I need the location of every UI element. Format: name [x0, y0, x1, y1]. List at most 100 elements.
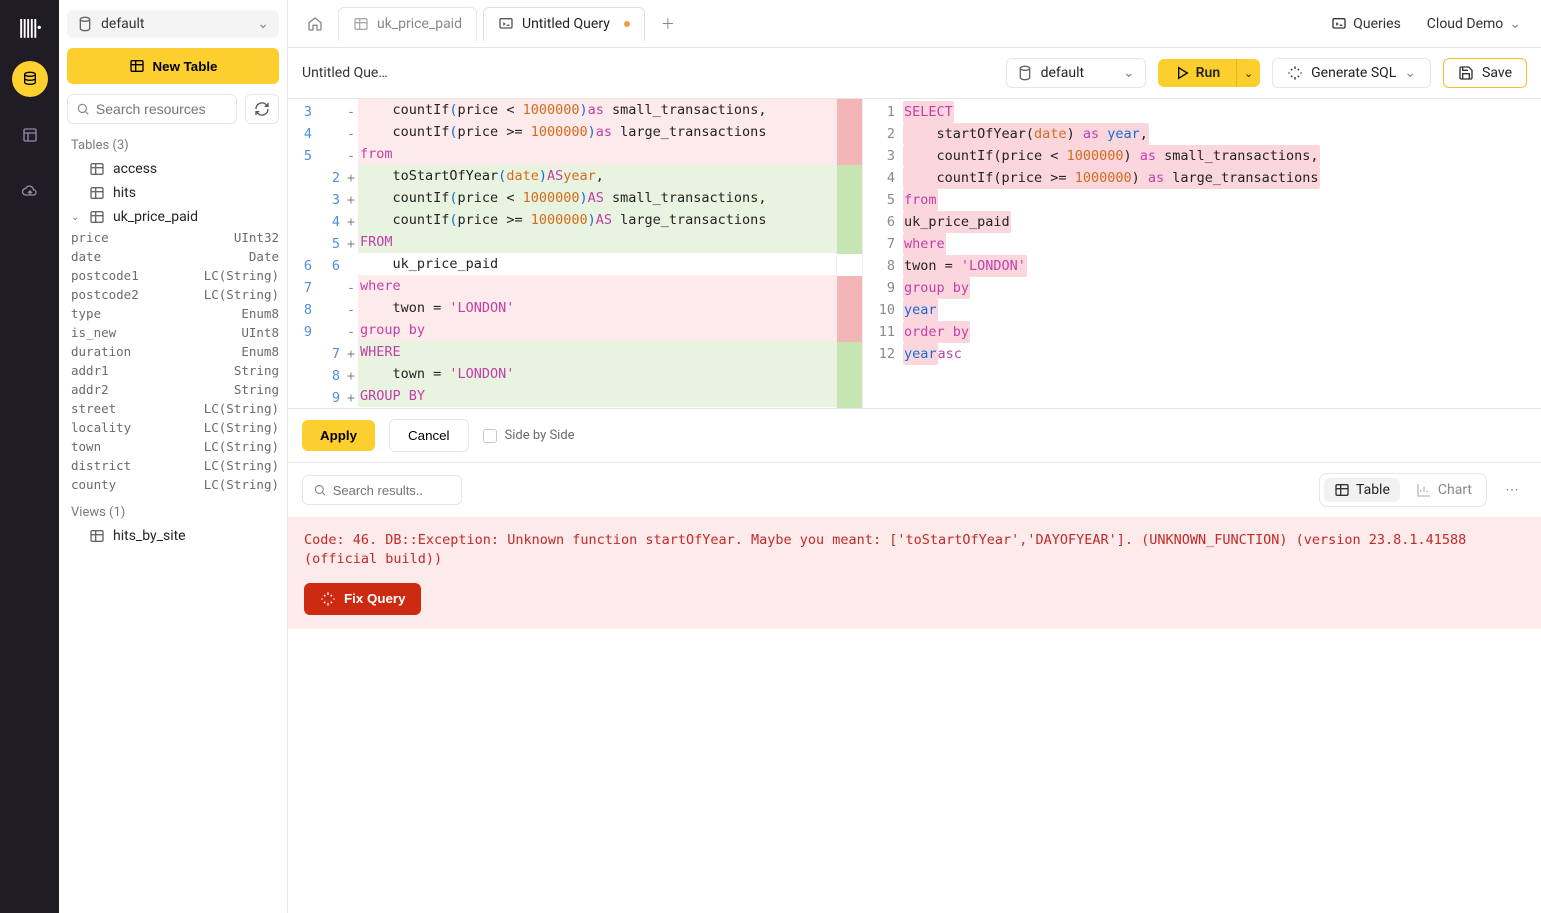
- diff-line: from: [358, 143, 836, 165]
- rail-dashboards-button[interactable]: [12, 117, 48, 153]
- column-row[interactable]: countyLC(String): [71, 476, 279, 493]
- diff-line: countIf(price >= 1000000) AS large_trans…: [358, 209, 836, 231]
- error-panel: Code: 46. DB::Exception: Unknown functio…: [288, 517, 1541, 629]
- results-search[interactable]: [302, 475, 462, 505]
- table-name: uk_price_paid: [113, 209, 198, 225]
- column-row[interactable]: addr1String: [71, 362, 279, 379]
- column-row[interactable]: localityLC(String): [71, 419, 279, 436]
- code-lines: SELECT startOfYear(date) as year, countI…: [903, 99, 1541, 408]
- chart-icon: [1416, 482, 1432, 498]
- table-item-access[interactable]: access: [67, 157, 279, 181]
- side-by-side-checkbox[interactable]: Side by Side: [483, 428, 575, 443]
- table-item-hits[interactable]: hits: [67, 181, 279, 205]
- view-mode-table[interactable]: Table: [1324, 478, 1400, 502]
- table-icon: [89, 209, 105, 225]
- column-row[interactable]: addr2String: [71, 381, 279, 398]
- database-icon: [77, 16, 93, 32]
- chevron-down-icon: ⌄: [1123, 65, 1135, 81]
- column-row[interactable]: durationEnum8: [71, 343, 279, 360]
- database-icon: [1017, 65, 1033, 81]
- table-name: access: [113, 161, 157, 177]
- view-icon: [89, 528, 105, 544]
- database-name: default: [101, 16, 145, 32]
- database-selector[interactable]: default ⌄: [67, 10, 279, 38]
- apply-button[interactable]: Apply: [302, 420, 375, 451]
- run-dropdown[interactable]: ⌄: [1236, 59, 1260, 87]
- toolbar-database-selector[interactable]: default ⌄: [1006, 58, 1146, 88]
- search-resources-field[interactable]: [96, 101, 228, 117]
- tab-uk-price-paid[interactable]: uk_price_paid: [338, 7, 477, 41]
- column-row[interactable]: priceUInt32: [71, 229, 279, 246]
- table-icon: [1334, 482, 1350, 498]
- query-toolbar: Untitled Que… default ⌄ Run ⌄ Generate S…: [288, 48, 1541, 99]
- refresh-button[interactable]: [245, 94, 279, 124]
- rail-tables-button[interactable]: [12, 61, 48, 97]
- results-more-button[interactable]: ⋯: [1497, 478, 1527, 502]
- view-item-hits-by-site[interactable]: hits_by_site: [67, 524, 279, 548]
- code-gutter: 123456789101112: [863, 99, 903, 408]
- tab-untitled-query[interactable]: Untitled Query: [483, 7, 645, 41]
- column-row[interactable]: is_newUInt8: [71, 324, 279, 341]
- cloud-upload-icon: [22, 183, 38, 199]
- refresh-icon: [254, 101, 270, 117]
- view-mode-chart[interactable]: Chart: [1406, 478, 1482, 502]
- diff-panel[interactable]: 3-4-5-2+3+4+5+667-8-9-7+8+9+ countIf(pri…: [288, 99, 863, 408]
- diff-line: countIf(price < 1000000) as small_transa…: [358, 99, 836, 121]
- column-row[interactable]: typeEnum8: [71, 305, 279, 322]
- table-plus-icon: [129, 58, 145, 74]
- code-line: where: [903, 233, 1541, 255]
- search-icon: [76, 101, 90, 117]
- queries-button[interactable]: Queries: [1321, 10, 1411, 38]
- chevron-down-icon: ⌄: [1509, 16, 1521, 32]
- generate-sql-button[interactable]: Generate SQL ⌄: [1272, 58, 1431, 88]
- results-toolbar: Table Chart ⋯: [288, 463, 1541, 517]
- cloud-demo-dropdown[interactable]: Cloud Demo ⌄: [1417, 10, 1531, 38]
- code-line: twon = 'LONDON': [903, 255, 1541, 277]
- checkbox-icon: [483, 429, 497, 443]
- table-item-uk-price-paid[interactable]: ⌄ uk_price_paid: [67, 205, 279, 229]
- run-button-group: Run ⌄: [1158, 59, 1261, 87]
- view-mode-segment: Table Chart: [1319, 473, 1487, 507]
- tabs-bar: uk_price_paid Untitled Query ＋ Queries C…: [288, 0, 1541, 48]
- tables-section-header: Tables (3): [67, 134, 279, 157]
- column-row[interactable]: postcode2LC(String): [71, 286, 279, 303]
- code-line: startOfYear(date) as year,: [903, 123, 1541, 145]
- tab-add-button[interactable]: ＋: [651, 14, 685, 34]
- tab-home[interactable]: [298, 7, 332, 41]
- search-resources-input[interactable]: [67, 94, 237, 124]
- diff-line: countIf(price >= 1000000) as large_trans…: [358, 121, 836, 143]
- column-row[interactable]: postcode1LC(String): [71, 267, 279, 284]
- diff-lines: countIf(price < 1000000) as small_transa…: [358, 99, 836, 408]
- toolbar-database-name: default: [1041, 65, 1085, 81]
- breadcrumb: Untitled Que…: [302, 65, 442, 81]
- code-panel[interactable]: 123456789101112 SELECT startOfYear(date)…: [863, 99, 1541, 408]
- results-search-field[interactable]: [333, 483, 451, 498]
- code-line: order by: [903, 321, 1541, 343]
- diff-line: GROUP BY: [358, 385, 836, 407]
- queries-label: Queries: [1353, 16, 1401, 32]
- column-row[interactable]: townLC(String): [71, 438, 279, 455]
- save-button[interactable]: Save: [1443, 58, 1527, 88]
- dirty-indicator-icon: [624, 21, 630, 27]
- column-row[interactable]: districtLC(String): [71, 457, 279, 474]
- code-line: SELECT: [903, 101, 1541, 123]
- database-icon: [22, 71, 38, 87]
- terminal-icon: [1331, 16, 1347, 32]
- table-icon: [353, 16, 369, 32]
- run-button[interactable]: Run: [1158, 59, 1237, 87]
- chevron-down-icon: ⌄: [71, 212, 81, 223]
- save-label: Save: [1482, 65, 1512, 81]
- diff-line: twon = 'LONDON': [358, 297, 836, 319]
- rail-cloud-button[interactable]: [12, 173, 48, 209]
- diff-gutter: 3-4-5-2+3+4+5+667-8-9-7+8+9+: [288, 99, 358, 408]
- new-table-button[interactable]: New Table: [67, 48, 279, 84]
- diff-line: uk_price_paid: [358, 253, 836, 275]
- column-row[interactable]: dateDate: [71, 248, 279, 265]
- diff-overview: [836, 99, 862, 408]
- table-icon: [89, 161, 105, 177]
- fix-query-button[interactable]: Fix Query: [304, 583, 421, 615]
- cancel-button[interactable]: Cancel: [389, 419, 469, 452]
- column-row[interactable]: streetLC(String): [71, 400, 279, 417]
- view-mode-chart-label: Chart: [1438, 482, 1472, 498]
- cloud-demo-label: Cloud Demo: [1427, 16, 1503, 32]
